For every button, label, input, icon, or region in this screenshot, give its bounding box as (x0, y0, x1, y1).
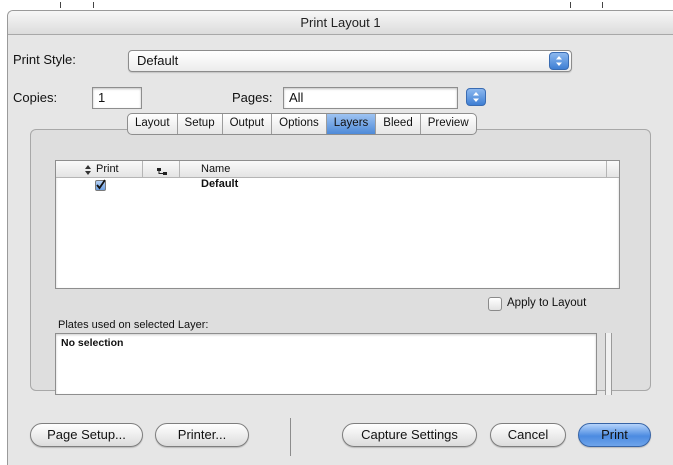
plates-scrollbar[interactable] (605, 333, 612, 395)
printer-button[interactable]: Printer... (155, 423, 249, 447)
edge-mark (60, 2, 61, 8)
column-name[interactable]: Name (201, 163, 230, 175)
apply-to-layout-label[interactable]: Apply to Layout (507, 297, 586, 309)
cancel-button[interactable]: Cancel (490, 423, 566, 447)
tab-bleed[interactable]: Bleed (376, 114, 421, 134)
tab-layout[interactable]: Layout (128, 114, 178, 134)
layer-name: Default (201, 178, 239, 190)
print-style-value: Default (137, 53, 179, 68)
button-divider (290, 418, 291, 456)
link-icon[interactable] (156, 164, 169, 182)
popup-arrows-icon (466, 88, 486, 106)
edge-mark (602, 2, 603, 8)
sort-arrows-icon[interactable] (84, 163, 92, 181)
tab-setup[interactable]: Setup (178, 114, 223, 134)
column-print[interactable]: Print (96, 163, 119, 175)
print-style-popup[interactable]: Default (128, 50, 572, 72)
print-layer-checkbox[interactable] (95, 179, 106, 191)
copies-value: 1 (98, 90, 106, 105)
column-separator (179, 161, 180, 178)
table-header: Print Name (56, 161, 619, 178)
pages-value: All (289, 90, 304, 105)
title-bar: Print Layout 1 (8, 11, 673, 35)
tab-options[interactable]: Options (272, 114, 327, 134)
page-setup-button[interactable]: Page Setup... (30, 423, 143, 447)
tab-bar: Layout Setup Output Options Layers Bleed… (127, 113, 477, 135)
pages-label: Pages: (232, 90, 273, 105)
popup-arrows-icon (549, 52, 569, 70)
copies-label: Copies: (13, 90, 58, 105)
apply-to-layout-checkbox[interactable] (488, 297, 502, 311)
edge-mark (93, 2, 94, 8)
pages-popup-button[interactable] (466, 87, 489, 109)
edge-mark (570, 2, 571, 8)
tab-layers[interactable]: Layers (326, 114, 377, 134)
print-button[interactable]: Print (578, 423, 651, 447)
copies-field[interactable]: 1 (92, 87, 142, 109)
plates-label: Plates used on selected Layer: (58, 319, 209, 331)
print-style-label: Print Style: (13, 52, 76, 67)
layers-table[interactable]: Print Name Default (55, 160, 620, 289)
tab-output[interactable]: Output (223, 114, 273, 134)
plates-list[interactable]: No selection (55, 333, 597, 395)
window-title: Print Layout 1 (300, 15, 381, 30)
plates-value: No selection (61, 337, 124, 349)
pages-field[interactable]: All (283, 87, 458, 109)
column-separator (142, 161, 143, 178)
column-separator (606, 161, 607, 178)
tab-preview[interactable]: Preview (421, 114, 476, 134)
capture-settings-button[interactable]: Capture Settings (342, 423, 477, 447)
